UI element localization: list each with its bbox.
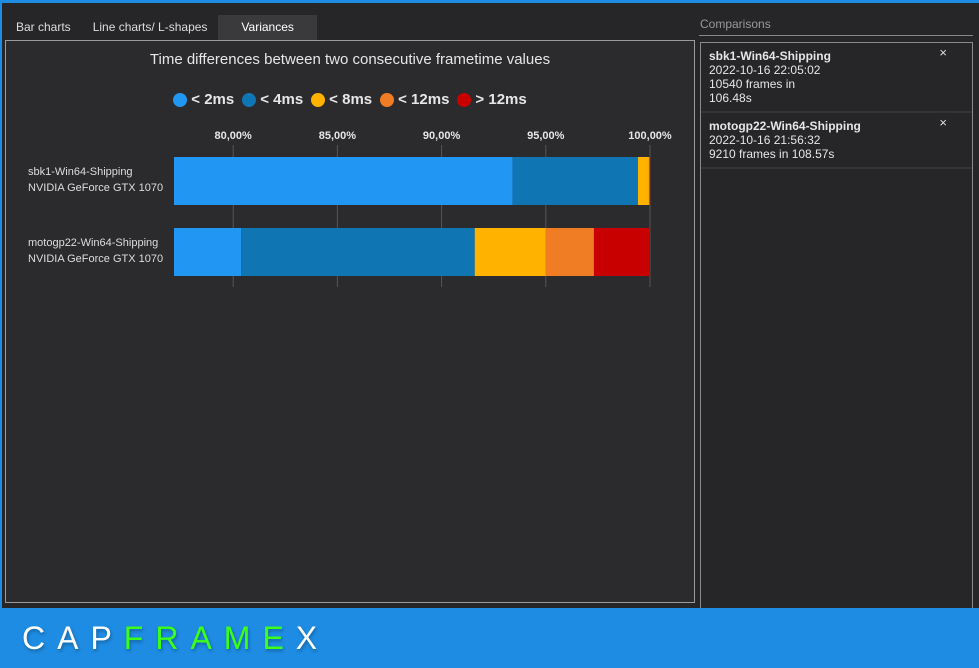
legend-dot-icon <box>242 92 257 107</box>
comparison-frames: 9210 frames in 108.57s <box>709 147 835 161</box>
tab-line-charts[interactable]: Line charts/ L-shapes <box>82 15 219 40</box>
comparisons-panel: Comparisons × sbk1-Win64-Shipping 2022-1… <box>699 3 975 608</box>
legend-item: > 12ms <box>457 91 527 108</box>
comparisons-list: × sbk1-Win64-Shipping 2022-10-16 22:05:0… <box>700 42 973 608</box>
row-label-app: sbk1-Win64-Shipping <box>28 166 133 178</box>
comparison-frames: 10540 frames in <box>709 77 796 91</box>
variance-chart-panel: 80,00% 85,00% 90,00% 95,00% 100,00% Time dif… <box>5 40 695 603</box>
comparison-date: 2022-10-16 21:56:32 <box>709 133 821 147</box>
tab-bar-charts[interactable]: Bar charts <box>5 15 82 40</box>
row-label: sbk1-Win64-Shipping NVIDIA GeForce GTX 10… <box>28 164 163 196</box>
bar-segment <box>174 157 513 205</box>
bar-segment <box>649 157 651 205</box>
x-tick-label: 80,00% <box>215 130 253 142</box>
bar-segment <box>593 228 650 276</box>
row-label: motogp22-Win64-Shipping NVIDIA GeForce GT… <box>28 235 163 267</box>
bar-segment <box>545 228 594 276</box>
row-label-gpu: NVIDIA GeForce GTX 1070 <box>28 182 164 194</box>
row-label-gpu: NVIDIA GeForce GTX 1070 <box>28 253 164 265</box>
row-label-app: motogp22-Win64-Shipping <box>28 237 159 249</box>
x-tick-label: 85,00% <box>319 130 357 142</box>
close-icon[interactable]: × <box>939 46 947 60</box>
bar-segment <box>648 157 650 205</box>
legend-label: < 8ms <box>329 91 373 108</box>
footer-bar: CAPFRAMEX <box>0 608 979 668</box>
legend-label: < 2ms <box>191 91 235 108</box>
legend-label: < 12ms <box>398 91 450 108</box>
chart-legend: < 2ms < 4ms < 8ms < 12ms > 12ms <box>6 91 694 108</box>
tab-bar: Bar charts Line charts/ L-shapes Varianc… <box>5 15 317 40</box>
legend-item: < 8ms <box>311 91 372 108</box>
legend-dot-icon <box>311 92 326 107</box>
legend-label: < 4ms <box>260 91 304 108</box>
variance-chart: 80,00% 85,00% 90,00% 95,00% 100,00% <box>174 130 672 287</box>
close-icon[interactable]: × <box>939 116 947 130</box>
bar-segment <box>474 228 546 276</box>
app-window: Bar charts Line charts/ L-shapes Varianc… <box>2 3 979 608</box>
bar-segment <box>241 228 475 276</box>
comparisons-title: Comparisons <box>699 3 973 36</box>
x-tick-label: 95,00% <box>527 130 565 142</box>
bar-segment <box>174 228 242 276</box>
bar-segment <box>512 157 638 205</box>
comparison-time: 106.48s <box>709 91 752 105</box>
chart-title: Time differences between two consecutive… <box>149 51 551 68</box>
x-tick-label: 100,00% <box>628 130 672 142</box>
comparison-date: 2022-10-16 22:05:02 <box>709 63 821 77</box>
legend-dot-icon <box>173 92 188 107</box>
x-tick-label: 90,00% <box>423 130 461 142</box>
capframex-logo: CAPFRAMEX <box>22 620 330 656</box>
comparison-name: sbk1-Win64-Shipping <box>709 49 831 63</box>
comparison-item[interactable]: × sbk1-Win64-Shipping 2022-10-16 22:05:0… <box>701 43 972 113</box>
legend-item: < 4ms <box>242 91 303 108</box>
comparison-item[interactable]: × motogp22-Win64-Shipping 2022-10-16 21:… <box>701 113 972 169</box>
legend-item: < 12ms <box>380 91 449 108</box>
legend-dot-icon <box>380 92 395 107</box>
bar-segment <box>637 157 649 205</box>
legend-dot-icon <box>457 92 472 107</box>
comparison-name: motogp22-Win64-Shipping <box>709 119 861 133</box>
tab-variances[interactable]: Variances <box>218 15 317 40</box>
legend-item: < 2ms <box>173 91 234 108</box>
legend-label: > 12ms <box>475 91 527 108</box>
